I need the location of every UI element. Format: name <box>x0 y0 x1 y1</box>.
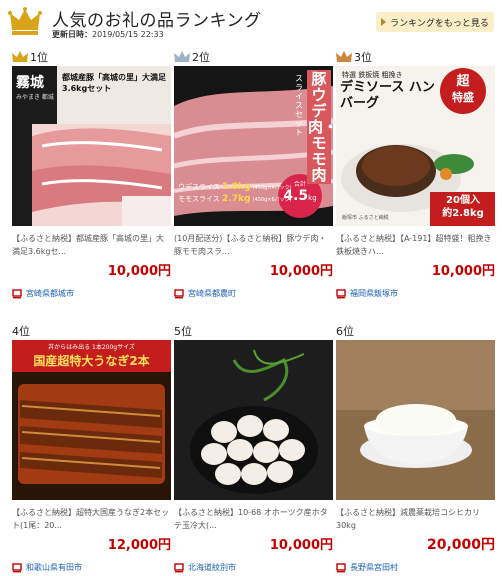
product-description[interactable]: 【ふるさと納税】超特大国産うなぎ2本セット(1尾：20... <box>12 506 171 532</box>
location-link[interactable]: 宮崎県都城市 <box>12 288 74 299</box>
image-kicker: 特選 鉄板焼 粗挽き <box>342 71 403 79</box>
image-subheadline: スライスセット <box>295 74 303 137</box>
product-price: 10,000円 <box>107 264 171 279</box>
municipality-icon <box>12 562 22 572</box>
location-link[interactable]: 和歌山県有田市 <box>12 562 82 573</box>
location-link[interactable]: 福岡県飯塚市 <box>336 288 398 299</box>
image-weight-row: ウデスライス 1.8kg (450g×4パック) <box>178 182 292 192</box>
municipality-icon <box>174 288 184 298</box>
image-headline: 豚ウデ肉・モモ肉 <box>307 70 333 184</box>
silver-crown-icon <box>174 51 190 62</box>
chevron-right-icon <box>381 18 387 26</box>
image-weight-row: モモスライス 2.7kg (450g×6パック) <box>178 194 292 204</box>
rank-label: 1位 <box>12 48 48 66</box>
count-badge: 20個入 約2.8kg <box>442 195 484 219</box>
rank-label: 6位 <box>336 325 354 338</box>
product-image[interactable]: 丼からはみ出る 1本200gサイズ 国産超特大うなぎ2本 <box>12 340 171 500</box>
image-headline: 国産超特大うなぎ2本 <box>33 354 150 368</box>
municipality-icon <box>174 562 184 572</box>
more-ranking-button[interactable]: ランキングをもっと見る <box>376 12 494 32</box>
total-badge: 合計 4.5kg <box>283 181 317 204</box>
image-kicker: 丼からはみ出る 1本200gサイズ <box>48 344 135 351</box>
municipality-icon <box>336 288 346 298</box>
product-image[interactable] <box>336 340 495 500</box>
updated-timestamp: 更新日時：2019/05/15 22:33 <box>52 30 164 39</box>
rank-label: 4位 <box>12 325 30 338</box>
ranking-item[interactable]: 6位 【ふるさと納税】減農薬栽培コシヒカリ30kg 20,000円 長野県宮田村 <box>336 322 495 574</box>
product-description[interactable]: 【ふるさと納税】10-68 オホーツク産ホタテ玉冷大(... <box>174 506 333 532</box>
municipality-icon <box>12 288 22 298</box>
product-description[interactable]: 【ふるさと納税】減農薬栽培コシヒカリ30kg <box>336 506 495 532</box>
product-image[interactable] <box>174 340 333 500</box>
rank-label: 3位 <box>336 48 372 66</box>
image-headline: デミソース ハンバーグ <box>340 80 435 111</box>
ranking-header: 人気のお礼の品ランキング 更新日時：2019/05/15 22:33 ランキング… <box>0 0 502 44</box>
location-link[interactable]: 北海道紋別市 <box>174 562 236 573</box>
product-price: 10,000円 <box>269 538 333 553</box>
image-brand: 霧城 <box>16 75 44 91</box>
gold-crown-icon <box>12 51 28 62</box>
image-maker: みやまき 都城 <box>16 94 54 101</box>
large-portion-badge: 超 特盛 <box>440 68 486 114</box>
location-link[interactable]: 宮崎県都農町 <box>174 288 236 299</box>
product-description[interactable]: 【ふるさと納税】都城産豚「高城の里」大満足3.6kgセ... <box>12 232 171 258</box>
product-price: 12,000円 <box>107 538 171 553</box>
product-image[interactable]: 豚ウデ肉・モモ肉 スライスセット ウデスライス 1.8kg (450g×4パック… <box>174 66 333 226</box>
ranking-item[interactable]: 5位 【ふるさと納税】10-68 オホーツク産ホタテ玉冷大(... 10,000… <box>174 322 333 574</box>
rank-label: 2位 <box>174 48 210 66</box>
bronze-crown-icon <box>336 51 352 62</box>
page-title: 人気のお礼の品ランキング <box>52 11 262 31</box>
image-maker: 飯塚市 ふるさと納税 <box>342 215 389 221</box>
product-price: 10,000円 <box>269 264 333 279</box>
product-price: 20,000円 <box>426 537 495 553</box>
product-image[interactable]: 特選 鉄板焼 粗挽き デミソース ハンバーグ 超 特盛 20個入 約2.8kg … <box>336 66 495 226</box>
product-price: 10,000円 <box>431 264 495 279</box>
ranking-item[interactable]: 4位 丼からはみ出る 1本200gサイズ 国産超特大うなぎ2本 【ふるさと納税】… <box>12 322 171 574</box>
product-description[interactable]: (10月配送分)【ふるさと納税】豚ウデ肉・豚モモ肉スラ... <box>174 232 333 258</box>
ranking-item[interactable]: 3位 特選 鉄板焼 粗挽き デミソース ハンバーグ 超 特盛 20個入 約2.8… <box>336 48 495 300</box>
product-image[interactable]: 霧城 みやまき 都城 都城産豚「高城の里」大満足 3.6kgセット <box>12 66 171 226</box>
ranking-item[interactable]: 2位 豚ウデ肉・モモ肉 スライスセット ウデスライス 1.8kg (450g×4… <box>174 48 333 300</box>
rank-label: 5位 <box>174 325 192 338</box>
product-description[interactable]: 【ふるさと納税】【A-191】超特盛！粗挽き鉄板焼きハ... <box>336 232 495 258</box>
crown-icon <box>8 7 42 35</box>
municipality-icon <box>336 562 346 572</box>
location-link[interactable]: 長野県宮田村 <box>336 562 398 573</box>
ranking-item[interactable]: 1位 霧城 みやまき 都城 都城産豚「高城の里」大満足 3.6kgセット 【ふる… <box>12 48 171 300</box>
image-headline: 都城産豚「高城の里」大満足 3.6kgセット <box>62 73 166 93</box>
